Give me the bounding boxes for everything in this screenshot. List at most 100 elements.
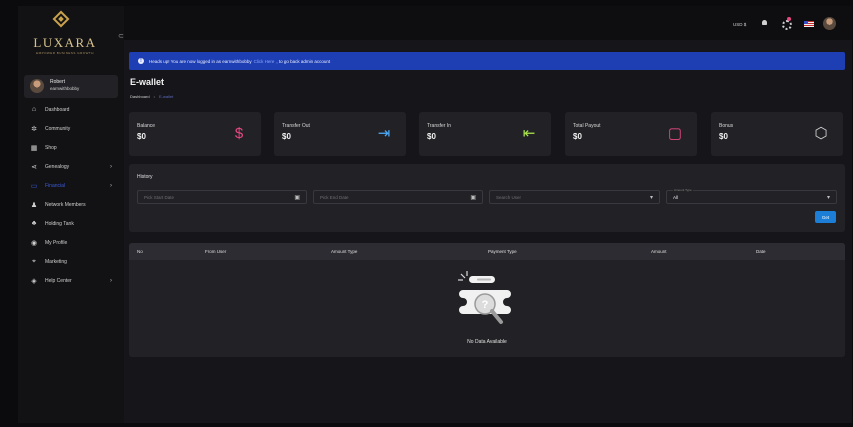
logo-tagline: EMPOWER BUSINESS GROWTH [36,51,94,55]
stat-label: Bonus [719,123,734,129]
stat-label: Total Payout [573,123,601,129]
user-card[interactable]: Robert earnwithbobby [24,75,118,98]
stat-value: $0 [282,132,291,141]
sidebar-item-label: Help Center [45,277,72,284]
sidebar-item-genealogy[interactable]: ⋖ Genealogy › [18,157,124,176]
table-header: No From User Amount Type Payment Type Am… [129,243,845,260]
empty-state-text: No Data Available [467,339,507,345]
calendar-icon[interactable]: ▣ [294,194,300,201]
marketing-icon: ⌖ [32,257,36,265]
breadcrumb: Dashboard • E-wallet [130,94,173,99]
no-data-illustration-icon: ? [458,271,511,324]
history-panel: History Pick Start Date ▣ Pick End Date … [129,164,845,232]
column-header-payment-type[interactable]: Payment Type [488,249,517,254]
chevron-right-icon: › [110,182,112,189]
transfer-in-icon: ⇤ [522,125,536,142]
search-user-placeholder: Search User [496,194,522,200]
shop-icon: ▦ [30,144,38,152]
column-header-no[interactable]: No [137,249,143,254]
stat-value: $0 [137,132,146,141]
breadcrumb-separator: • [153,94,155,99]
sidebar-item-community[interactable]: ✲ Community [18,119,124,138]
logo-text: LUXARA [33,35,97,50]
chevron-right-icon: › [110,163,112,170]
sidebar-item-holding-tank[interactable]: ♣ Holding Tank [18,214,124,233]
start-date-placeholder: Pick Start Date [144,194,175,200]
genealogy-icon: ⋖ [31,163,37,171]
get-button[interactable]: Get [815,211,836,223]
sidebar-item-dashboard[interactable]: ⌂ Dashboard [18,100,124,119]
stat-label: Balance [137,123,156,129]
stat-card-bonus: Bonus $0 ⬡ [711,112,843,156]
alert-text: Heads up! You are now logged in as earnw… [149,58,252,64]
sidebar-item-help-center[interactable]: ◈ Help Center › [18,271,124,290]
stat-value: $0 [719,132,728,141]
notification-dot [787,17,791,21]
sidebar-item-my-profile[interactable]: ◉ My Profile [18,233,124,252]
collapse-sidebar-icon[interactable]: ⊂ [118,33,126,41]
app-frame: LUXARA EMPOWER BUSINESS GROWTH ⊂ Robert … [0,0,853,427]
chevron-right-icon: › [110,277,112,284]
alert-link[interactable]: Click Here [254,59,275,64]
stat-card-total-payout: Total Payout $0 ▢ [565,112,697,156]
us-flag-icon[interactable] [804,21,814,27]
end-date-placeholder: Pick End Date [320,194,349,200]
stat-label: Transfer Out [282,123,310,129]
transfer-out-icon: ⇥ [377,125,391,142]
column-header-amount[interactable]: Amount [651,249,667,254]
stat-value: $0 [427,132,436,141]
stat-card-transfer-in: Transfer In $0 ⇤ [419,112,551,156]
bell-icon[interactable] [760,19,769,28]
holding-tank-icon: ♣ [31,220,37,227]
dashboard-icon: ⌂ [31,106,37,113]
alert-suffix: , to go back admin account [276,58,331,64]
impersonation-alert: ! Heads up! You are now logged in as ear… [129,52,845,70]
community-icon: ✲ [31,125,37,133]
help-center-icon: ◈ [31,277,37,285]
info-icon: ! [138,58,144,64]
start-date-field[interactable]: Pick Start Date ▣ [137,190,307,204]
column-header-from-user[interactable]: From User [205,249,226,254]
currency-selector[interactable]: USD $ [733,22,746,27]
stat-value: $0 [573,132,582,141]
sidebar-nav: ⌂ Dashboard ✲ Community ▦ Shop ⋖ Genealogy › ▭ Fin… [18,100,124,290]
chevron-down-icon[interactable]: ▾ [650,194,653,201]
calendar-icon[interactable]: ▣ [470,194,476,201]
sidebar-item-financial[interactable]: ▭ Financial › [18,176,124,195]
sidebar-item-label: Financial [45,182,66,189]
amount-type-value: All [673,194,679,200]
network-members-icon: ♟ [30,201,38,209]
sidebar-item-label: Network Members [45,201,86,208]
user-handle: earnwithbobby [50,86,80,91]
sidebar-item-label: Community [45,125,71,132]
user-name: Robert [50,79,66,85]
amount-type-select[interactable]: Amount Type All ▾ [666,188,837,204]
sidebar-item-label: Marketing [45,258,67,265]
avatar[interactable] [823,17,836,30]
end-date-field[interactable]: Pick End Date ▣ [313,190,483,204]
financial-icon: ▭ [30,182,38,190]
bonus-icon: ⬡ [814,125,828,142]
sidebar-item-label: Shop [45,144,57,151]
sidebar-item-label: Genealogy [45,163,70,170]
balance-icon: $ [234,124,244,142]
avatar [30,79,44,93]
search-user-field[interactable]: Search User ▾ [489,190,660,204]
sidebar-item-label: Dashboard [45,106,70,113]
breadcrumb-dashboard[interactable]: Dashboard [130,94,150,99]
wallet-icon: ▢ [667,125,683,142]
column-header-date[interactable]: Date [756,249,766,254]
chevron-down-icon[interactable]: ▾ [827,194,830,201]
sidebar-item-network-members[interactable]: ♟ Network Members [18,195,124,214]
sidebar-item-marketing[interactable]: ⌖ Marketing [18,252,124,271]
sidebar-item-shop[interactable]: ▦ Shop [18,138,124,157]
page-title: E-wallet [130,77,165,87]
stat-label: Transfer In [427,123,451,129]
history-title: History [137,174,153,180]
stat-card-balance: Balance $0 $ [129,112,261,156]
sidebar-item-label: Holding Tank [45,220,74,227]
sidebar-item-label: My Profile [45,239,68,246]
column-header-amount-type[interactable]: Amount Type [331,249,357,254]
svg-text:?: ? [482,299,489,311]
profile-icon: ◉ [30,239,38,247]
